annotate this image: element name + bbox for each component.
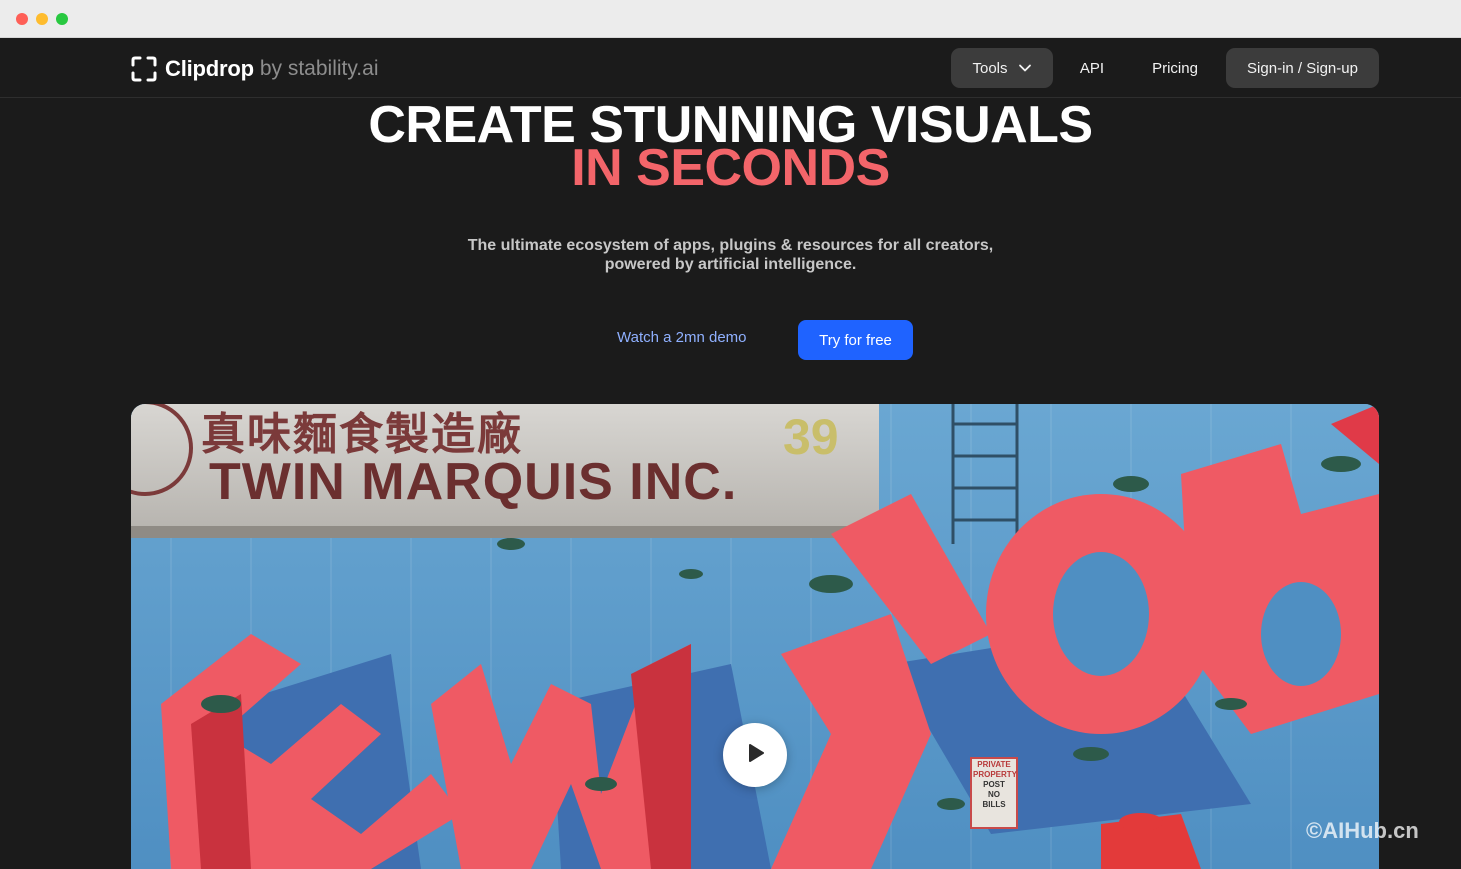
hero-title: CREATE STUNNING VISUALS IN SECONDS bbox=[0, 99, 1461, 197]
watermark: ©AIHub.cn bbox=[1306, 818, 1419, 843]
poster-line2: PROPERTY bbox=[973, 770, 1018, 779]
api-link[interactable]: API bbox=[1068, 48, 1116, 88]
tools-dropdown-button[interactable]: Tools bbox=[951, 48, 1053, 88]
close-window-button[interactable] bbox=[16, 13, 28, 25]
clipdrop-logo-icon bbox=[131, 56, 157, 82]
play-icon bbox=[743, 741, 767, 770]
hero-title-line2: IN SECONDS bbox=[571, 139, 890, 197]
watch-demo-link[interactable]: Watch a 2mn demo bbox=[617, 329, 747, 346]
chevron-down-icon bbox=[1018, 61, 1032, 75]
poster: PRIVATE PROPERTY POST NO BILLS bbox=[973, 760, 1018, 810]
window-titlebar bbox=[0, 0, 1461, 38]
maximize-window-button[interactable] bbox=[56, 13, 68, 25]
signin-button[interactable]: Sign-in / Sign-up bbox=[1226, 48, 1379, 88]
poster-line3: POST bbox=[983, 780, 1005, 789]
minimize-window-button[interactable] bbox=[36, 13, 48, 25]
try-for-free-button[interactable]: Try for free bbox=[798, 320, 913, 360]
pricing-link[interactable]: Pricing bbox=[1135, 48, 1215, 88]
hero-subtitle-line1: The ultimate ecosystem of apps, plugins … bbox=[467, 237, 994, 254]
tools-label: Tools bbox=[972, 59, 1008, 77]
poster-line5: BILLS bbox=[982, 800, 1006, 809]
logo-brand-text: Clipdrop bbox=[165, 56, 254, 81]
poster-line1: PRIVATE bbox=[977, 760, 1011, 769]
logo[interactable]: Clipdrop by stability.ai bbox=[131, 55, 379, 83]
hero-subtitle-line2: powered by artificial intelligence. bbox=[604, 256, 857, 273]
sign-number-text: 39 bbox=[783, 409, 839, 465]
poster-line4: NO bbox=[988, 790, 1000, 799]
hero-subtitle: The ultimate ecosystem of apps, plugins … bbox=[0, 236, 1461, 274]
top-nav: Clipdrop by stability.ai Tools API Prici… bbox=[0, 38, 1461, 98]
play-button[interactable] bbox=[723, 723, 787, 787]
hero-video[interactable]: 真味麵食製造廠 TWIN MARQUIS INC. 39 PRIVATE PRO… bbox=[131, 404, 1379, 869]
sign-company-text: TWIN MARQUIS INC. bbox=[209, 453, 738, 511]
logo-by-text: by stability.ai bbox=[259, 57, 379, 80]
